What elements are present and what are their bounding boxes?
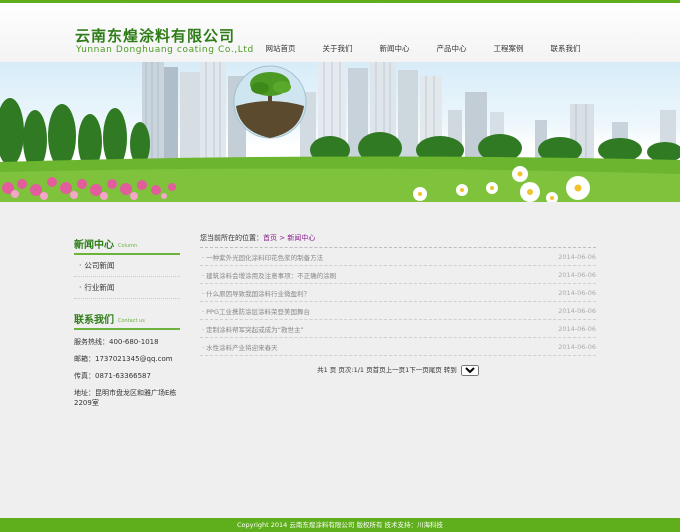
news-date: 2014-06-06	[558, 288, 596, 297]
contact-title-en: Contact us	[118, 318, 145, 324]
news-date: 2014-06-06	[558, 270, 596, 279]
sidebar: 新闻中心 Column · 公司新闻 · 行业新闻 联系我们 Contact us …	[74, 236, 180, 408]
footer-copyright: Copyright 2014 云南东煌涂料有限公司 版权所有 技术支持：川海科技	[236, 521, 444, 529]
contact-email: 邮箱：1737021345@qq.com	[74, 355, 173, 363]
news-column-title: 新闻中心 Column	[74, 236, 180, 255]
news-column-title-cn: 新闻中心	[74, 240, 114, 251]
news-date: 2014-06-06	[558, 324, 596, 333]
contact-section: 联系我们 Contact us 服务热线：400-680-1018 邮箱：173…	[74, 311, 180, 408]
news-title[interactable]: · 水性涂料产业将迎来春天	[200, 342, 278, 352]
contact-title: 联系我们 Contact us	[74, 311, 180, 330]
bullet-icon: ·	[79, 283, 82, 292]
news-list-item[interactable]: · 建筑涂料会增涂用及注意事项：不正确的涂刷 2014-06-06	[200, 266, 596, 284]
breadcrumb-home-link[interactable]: 首页	[263, 234, 277, 242]
news-date: 2014-06-06	[558, 252, 596, 261]
news-list-item[interactable]: · 什么原因导致我国涂料行业微盈利？ 2014-06-06	[200, 284, 596, 302]
breadcrumb-prefix: 您当前所在的位置：	[200, 234, 263, 242]
banner-image	[0, 62, 680, 202]
nav-contact[interactable]: 联系我们	[537, 43, 594, 54]
contact-title-cn: 联系我们	[74, 315, 114, 326]
news-date: 2014-06-06	[558, 306, 596, 315]
news-list-item[interactable]: · PPG工业携防涂层涂料荣登美国舞台 2014-06-06	[200, 302, 596, 320]
news-title[interactable]: · 一种紫外光固化涂料印花色浆的制备方法	[200, 252, 323, 262]
sidebar-item-label: 公司新闻	[84, 261, 115, 270]
news-title[interactable]: · PPG工业携防涂层涂料荣登美国舞台	[200, 306, 310, 316]
nav-products[interactable]: 产品中心	[423, 43, 480, 54]
main-content: 您当前所在的位置：首页 > 新闻中心 · 一种紫外光固化涂料印花色浆的制备方法 …	[200, 233, 596, 376]
pagination-text: 共1 页 页次:1/1 页首页上一页1下一页尾页 转到	[317, 366, 457, 374]
sidebar-item-industry-news[interactable]: · 行业新闻	[74, 277, 180, 299]
banner-illustration	[0, 62, 680, 202]
site-footer: Copyright 2014 云南东煌涂料有限公司 版权所有 技术支持：川海科技	[0, 518, 680, 532]
sidebar-item-label: 行业新闻	[84, 283, 115, 292]
news-date: 2014-06-06	[558, 342, 596, 351]
logo-english[interactable]: Yunnan Donghuang coating Co.,Ltd	[76, 45, 254, 55]
logo-chinese[interactable]: 云南东煌涂料有限公司	[75, 25, 235, 46]
breadcrumb: 您当前所在的位置：首页 > 新闻中心	[200, 233, 596, 248]
nav-cases[interactable]: 工程案例	[480, 43, 537, 54]
contact-address: 地址：昆明市盘龙区和雅广场E栋2209室	[74, 389, 177, 407]
site-header: 云南东煌涂料有限公司 Yunnan Donghuang coating Co.,…	[0, 3, 680, 63]
breadcrumb-separator: >	[277, 234, 288, 242]
nav-home[interactable]: 网站首页	[252, 43, 309, 54]
sidebar-item-company-news[interactable]: · 公司新闻	[74, 255, 180, 277]
contact-phone: 服务热线：400-680-1018	[74, 338, 159, 346]
news-title[interactable]: · 什么原因导致我国涂料行业微盈利？	[200, 288, 310, 298]
news-title[interactable]: · 建筑涂料会增涂用及注意事项：不正确的涂刷	[200, 270, 336, 280]
news-list-item[interactable]: · 水性涂料产业将迎来春天 2014-06-06	[200, 338, 596, 356]
news-list-item[interactable]: · 定制涂料帮军突起或成为“救世主” 2014-06-06	[200, 320, 596, 338]
nav-news[interactable]: 新闻中心	[366, 43, 423, 54]
news-column-title-en: Column	[118, 243, 138, 249]
breadcrumb-current[interactable]: 新闻中心	[287, 234, 315, 242]
main-nav: 网站首页 关于我们 新闻中心 产品中心 工程案例 联系我们	[252, 43, 594, 54]
bullet-icon: ·	[79, 261, 82, 270]
nav-about[interactable]: 关于我们	[309, 43, 366, 54]
pagination: 共1 页 页次:1/1 页首页上一页1下一页尾页 转到 1	[200, 364, 596, 376]
contact-fax: 传真：0871-63366587	[74, 372, 151, 380]
news-title[interactable]: · 定制涂料帮军突起或成为“救世主”	[200, 324, 304, 334]
page-jump-select[interactable]: 1	[460, 364, 479, 376]
news-list-item[interactable]: · 一种紫外光固化涂料印花色浆的制备方法 2014-06-06	[200, 248, 596, 266]
